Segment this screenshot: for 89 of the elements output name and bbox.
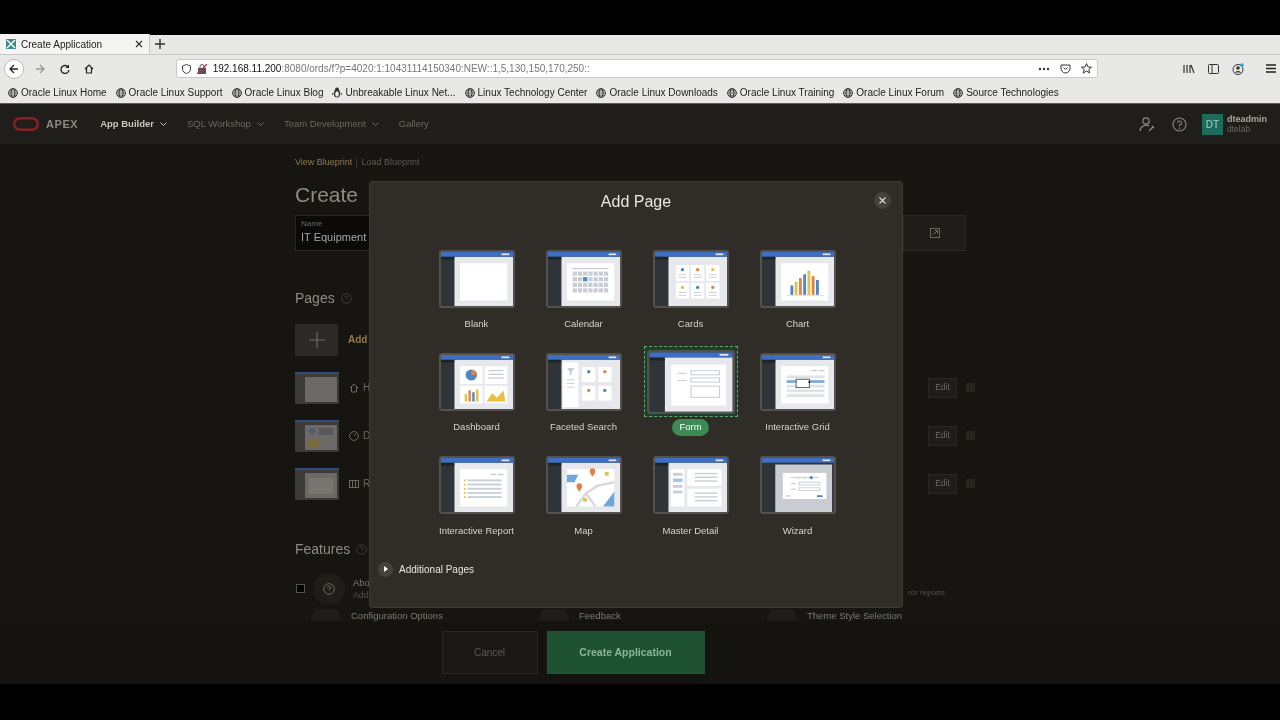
bookmark-link[interactable]: Oracle Linux Home [21, 85, 107, 100]
feature-title: Theme Style Selection [807, 608, 903, 623]
bookmark-link[interactable]: Oracle Linux Support [128, 85, 223, 100]
page-thumbnail [295, 371, 339, 404]
checkbox[interactable] [296, 584, 305, 593]
pocket-icon[interactable] [1060, 63, 1071, 74]
page-type-label: Map [574, 523, 593, 538]
feature-title: Configuration Options [351, 608, 443, 623]
expand-icon[interactable] [929, 227, 940, 238]
user-avatar[interactable]: DT [1202, 113, 1223, 135]
bookmark-link[interactable]: Oracle Linux Forum [856, 85, 945, 100]
user-name: dteadmin [1227, 114, 1267, 124]
field-value: IT Equipment [301, 229, 367, 245]
page-name: H [363, 381, 371, 395]
page-type-label: Form [672, 419, 709, 436]
reload-icon[interactable] [59, 63, 70, 74]
globe-icon [953, 87, 964, 98]
dialog-title: Add Page [600, 191, 672, 212]
page-thumbnail [295, 419, 339, 452]
close-icon [879, 197, 886, 204]
user-settings-icon[interactable] [1139, 116, 1155, 132]
back-icon[interactable] [8, 63, 19, 74]
menu-icon[interactable] [1266, 64, 1276, 73]
insecure-lock-icon [196, 63, 207, 74]
help-icon [356, 543, 368, 555]
new-tab-icon[interactable] [155, 39, 165, 49]
help-icon [340, 292, 352, 304]
brand-name: APEX [46, 116, 79, 132]
browser-tab[interactable]: Create Application [0, 34, 150, 54]
more-icon[interactable] [1038, 66, 1050, 71]
shield-icon [181, 63, 191, 74]
page-type-label: Master Detail [662, 523, 719, 538]
page-type-label: Interactive Report [439, 523, 514, 538]
apex-favicon-icon [6, 39, 16, 49]
page-type-label: Blank [464, 317, 489, 331]
help-icon[interactable] [1172, 116, 1187, 132]
globe-icon [115, 87, 126, 98]
blueprint-link[interactable]: View Blueprint [295, 156, 353, 170]
feature-title: Abo [353, 576, 370, 589]
globe-icon [726, 87, 737, 98]
bookmark-link[interactable]: Linux Technology Center [477, 85, 588, 100]
url-text: 192.168.11.200:8080/ords/f?p=4020:1:10431114150340:NEW::1,5,130,150,170,250:: [212, 62, 591, 76]
page-type-label: Faceted Search [549, 420, 618, 435]
globe-icon [596, 87, 607, 98]
close-icon[interactable] [135, 40, 143, 48]
field-label: Name [301, 218, 323, 229]
globe-icon [464, 87, 475, 98]
page-thumbnail [295, 467, 339, 500]
bookmark-link[interactable]: Oracle Linux Training [739, 85, 835, 100]
account-icon[interactable] [1232, 62, 1244, 75]
section-heading: Pages [295, 288, 335, 308]
create-application-button[interactable]: Create Application [546, 631, 705, 674]
section-heading: Features [295, 539, 351, 559]
additional-pages-toggle[interactable]: Additional Pages [378, 561, 475, 577]
bookmark-link[interactable]: Oracle Linux Downloads [609, 85, 718, 100]
page-type-label: Cards [677, 317, 704, 331]
close-button[interactable] [874, 192, 891, 209]
oracle-logo-icon [13, 117, 39, 131]
bookmark-star-icon[interactable] [1081, 63, 1092, 74]
gauge-icon [349, 430, 359, 441]
bookmark-link[interactable]: Oracle Linux Blog [244, 85, 324, 100]
sidebar-icon[interactable] [1208, 63, 1219, 74]
nav-menu-item[interactable]: App Builder [100, 116, 167, 132]
page-name: R [363, 477, 371, 491]
page-type-label: Wizard [782, 523, 813, 538]
page-type-tile[interactable] [643, 346, 738, 418]
home-icon[interactable] [83, 63, 94, 74]
feature-title: Feedback [579, 608, 621, 623]
penguin-icon [332, 87, 343, 98]
table-icon [349, 479, 359, 488]
globe-icon [231, 87, 242, 98]
workspace-name: dtelab [1227, 124, 1252, 134]
bookmark-link[interactable]: Unbreakable Linux Net... [345, 85, 456, 100]
plus-icon [308, 331, 325, 348]
home-icon [349, 382, 359, 393]
library-icon[interactable] [1183, 63, 1195, 74]
caret-right-icon [382, 566, 389, 573]
page-type-label: Calendar [564, 317, 603, 331]
page-type-label: Chart [785, 317, 810, 331]
address-bar[interactable]: 192.168.11.200:8080/ords/f?p=4020:1:10431114150340:NEW::1,5,130,150,170,250:: [175, 59, 1098, 78]
page-type-label: Interactive Grid [765, 420, 830, 435]
tab-title: Create Application [21, 37, 104, 52]
globe-icon [843, 87, 854, 98]
help-icon [323, 582, 335, 595]
globe-icon [8, 87, 18, 98]
bookmark-link[interactable]: Source Technologies [966, 85, 1059, 100]
page-title: Create [295, 182, 359, 207]
page-type-label: Dashboard [453, 420, 500, 435]
add-page-link[interactable]: Add [348, 332, 368, 347]
